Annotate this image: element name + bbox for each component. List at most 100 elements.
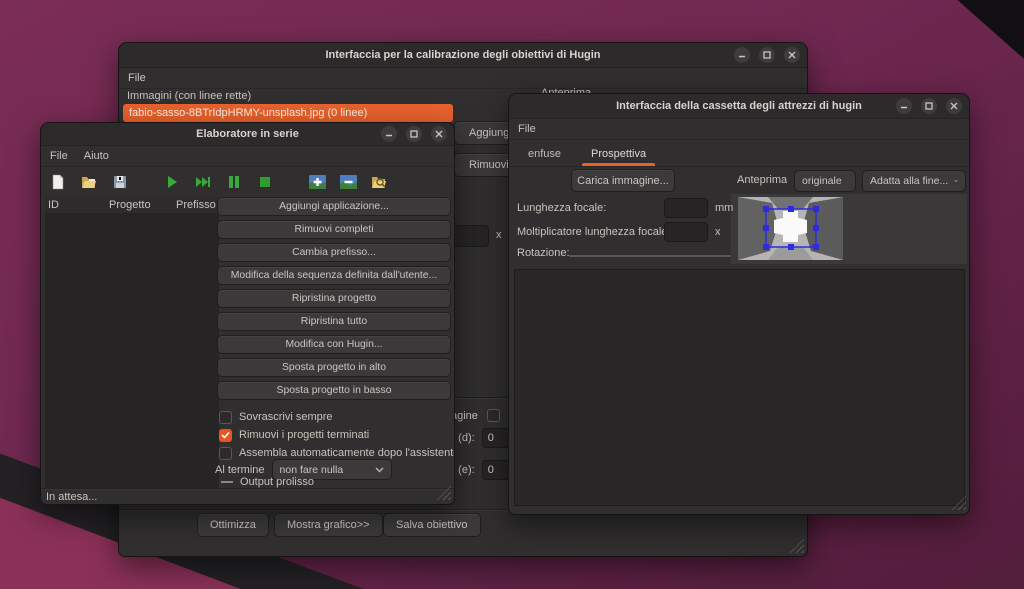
tab-bar: enfuse Prospettiva [509,140,969,167]
edit-with-hugin-button[interactable]: Modifica con Hugin... [217,335,451,354]
statusbar-separator [41,488,454,489]
overwrite-checkbox[interactable] [219,411,232,424]
save-icon [112,174,128,190]
close-icon[interactable] [946,98,962,114]
pause-icon [226,174,242,190]
rotation-label: Rotazione: [517,247,570,259]
add-image-icon [309,175,326,189]
menu-file[interactable]: File [50,150,68,162]
window-title: Interfaccia per la calibrazione degli ob… [119,43,807,67]
desktop: Interfaccia per la calibrazione degli ob… [0,0,1024,589]
move-project-down-button[interactable]: Sposta progetto in basso [217,381,451,400]
preview-scale-dropdown[interactable]: originale [794,170,856,192]
preview-fit-dropdown[interactable]: Adatta alla fine... [862,170,966,192]
move-project-up-button[interactable]: Sposta progetto in alto [217,358,451,377]
search-projects-button[interactable] [370,173,388,191]
open-folder-icon [81,174,97,190]
auto-stitch-label: Assembla automaticamente dopo l'assisten… [239,447,455,459]
maximize-icon[interactable] [406,126,422,142]
column-project[interactable]: Progetto [109,199,151,211]
maximize-icon[interactable] [759,47,775,63]
perspective-canvas[interactable] [514,269,965,506]
unit-x-label: x [496,229,502,241]
column-id[interactable]: ID [48,199,59,211]
resize-grip[interactable] [789,538,804,553]
options: Sovrascrivi sempre Rimuovi i progetti te… [219,410,455,460]
preview-thumbnail[interactable] [738,197,843,260]
start-batch-button[interactable] [163,173,181,191]
skip-icon [195,174,211,190]
maximize-icon[interactable] [921,98,937,114]
crop-factor-input[interactable] [664,222,708,242]
action-button-column: Aggiungi applicazione... Rimuovi complet… [217,197,451,400]
stop-batch-button[interactable] [256,173,274,191]
reset-all-button[interactable]: Ripristina tutto [217,312,451,331]
open-project-button[interactable] [80,173,98,191]
change-prefix-button[interactable]: Cambia prefisso... [217,243,451,262]
focal-length-input[interactable] [664,198,708,218]
image-checkbox[interactable] [487,409,500,422]
menubar: File Aiuto [41,146,454,167]
check-icon [221,431,230,439]
overwrite-label: Sovrascrivi sempre [239,411,333,423]
new-file-icon [50,174,66,190]
tab-enfuse[interactable]: enfuse [515,143,574,166]
remove-image-icon [340,175,357,189]
menu-file[interactable]: File [128,72,146,84]
preview-label: Anteprima [737,174,787,186]
titlebar[interactable]: Interfaccia per la calibrazione degli ob… [119,43,807,68]
verbose-checkbox[interactable] [221,481,233,483]
crop-factor-label: Moltiplicatore lunghezza focale: [517,226,664,238]
load-image-button[interactable]: Carica immagine... [571,169,675,192]
save-project-button[interactable] [111,173,129,191]
add-application-button[interactable]: Aggiungi applicazione... [217,197,451,216]
edit-sequence-button[interactable]: Modifica della sequenza definita dall'ut… [217,266,451,285]
project-list[interactable] [45,213,219,488]
image-checkbox-label: agine [451,410,478,422]
rotation-slider[interactable] [569,255,731,257]
selected-image-row[interactable]: fabio-sasso-8BTrIdpHRMY-unsplash.jpg (0 … [123,104,453,122]
play-icon [164,174,180,190]
remove-image-button[interactable] [339,173,357,191]
chevron-down-icon [954,178,958,184]
crop-factor-unit: x [715,226,721,238]
menu-help[interactable]: Aiuto [84,150,109,162]
remove-finished-label: Rimuovi i progetti terminati [239,429,369,441]
toolbar [41,167,454,197]
close-icon[interactable] [431,126,447,142]
pause-batch-button[interactable] [225,173,243,191]
show-graph-button[interactable]: Mostra grafico>> [274,513,383,537]
minimize-icon[interactable] [896,98,912,114]
minimize-icon[interactable] [381,126,397,142]
chevron-down-icon [375,467,384,473]
remove-finished-checkbox[interactable] [219,429,232,442]
titlebar[interactable]: Elaboratore in serie [41,123,454,146]
menubar: File [509,119,969,140]
stop-icon [257,174,273,190]
selected-image-name: fabio-sasso-8BTrIdpHRMY-unsplash.jpg (0 … [129,107,367,119]
tab-prospettiva[interactable]: Prospettiva [578,143,659,166]
status-text: In attesa... [46,491,97,503]
skip-project-button[interactable] [194,173,212,191]
verbose-label: Output prolisso [240,476,314,488]
images-label: Immagini (con linee rette) [127,90,251,102]
window-batch-processor: Elaboratore in serie File Aiuto [40,122,455,505]
window-toolbox: Interfaccia della cassetta degli attrezz… [508,93,970,515]
reset-project-button[interactable]: Ripristina progetto [217,289,451,308]
optimize-button[interactable]: Ottimizza [197,513,269,537]
minimize-icon[interactable] [734,47,750,63]
save-lens-button[interactable]: Salva obiettivo [383,513,481,537]
new-project-button[interactable] [49,173,67,191]
when-done-label: Al termine [215,464,265,476]
menu-file[interactable]: File [518,123,536,135]
remove-complete-button[interactable]: Rimuovi completi [217,220,451,239]
close-icon[interactable] [784,47,800,63]
focal-length-unit: mm [715,202,733,214]
search-folder-icon [371,174,387,190]
list-header: ID Progetto Prefisso de S [45,197,219,214]
menubar: File [119,68,807,89]
auto-stitch-checkbox[interactable] [219,447,232,460]
add-image-button[interactable] [308,173,326,191]
focal-length-label: Lunghezza focale: [517,202,664,214]
titlebar[interactable]: Interfaccia della cassetta degli attrezz… [509,94,969,119]
